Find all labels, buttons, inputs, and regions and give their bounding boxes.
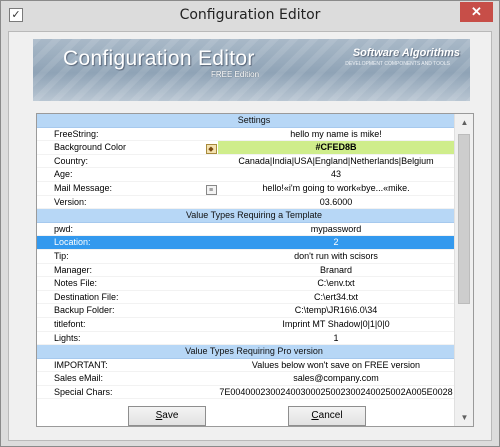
arrow-up-icon: ▲ xyxy=(460,118,469,127)
scroll-thumb[interactable] xyxy=(458,134,470,304)
property-row[interactable]: titlefont: Imprint MT Shadow|0|1|0|0 xyxy=(37,318,454,332)
property-value[interactable]: 03.6000 xyxy=(218,196,454,209)
section-header-label: Value Types Requiring Pro version xyxy=(185,346,323,357)
property-value[interactable]: 1 xyxy=(218,332,454,345)
section-header-label: Settings xyxy=(237,115,271,125)
dialog-content: Configuration Editor FREE Edition Softwa… xyxy=(8,31,492,441)
cancel-button[interactable]: Cancel xyxy=(288,406,366,426)
scroll-up-button[interactable]: ▲ xyxy=(455,114,473,131)
property-name: Tip: xyxy=(54,250,69,261)
property-name: Notes File: xyxy=(54,278,98,289)
property-row[interactable]: Special Chars: 7E004000230024003000250023… xyxy=(37,386,454,400)
property-value[interactable]: hello my name is mike! xyxy=(218,128,454,141)
property-value[interactable]: 7E00400023002400300025002300240025002A00… xyxy=(218,386,454,399)
property-value[interactable]: mypassword xyxy=(218,223,454,236)
section-header[interactable]: Value Types Requiring Pro version xyxy=(37,345,454,359)
configuration-editor-window: ✓ Configuration Editor ✕ Configuration E… xyxy=(0,0,500,447)
property-row[interactable]: IMPORTANT: Values below won't save on FRE… xyxy=(37,359,454,373)
property-row[interactable]: Location: 2 xyxy=(37,236,454,250)
property-row[interactable]: Tip: don't run with scisors xyxy=(37,250,454,264)
property-name: Sales eMail: xyxy=(54,373,104,384)
property-value[interactable]: 43 xyxy=(218,168,454,181)
property-row[interactable]: Age: 43 xyxy=(37,168,454,182)
property-value[interactable]: 2 xyxy=(218,236,454,249)
cancel-label: ancel xyxy=(318,410,343,421)
property-row[interactable]: Version: 03.6000 xyxy=(37,196,454,210)
palette-icon: ◆ xyxy=(205,144,217,154)
scroll-down-button[interactable]: ▼ xyxy=(455,409,473,426)
palette-icon-button[interactable]: ◆ xyxy=(204,142,218,154)
brand-tagline: DEVELOPMENT COMPONENTS AND TOOLS xyxy=(345,61,450,67)
window-title: Configuration Editor xyxy=(179,7,321,23)
property-value[interactable]: C:\temp\JR16\6.0\34 xyxy=(218,304,454,317)
property-value[interactable]: Branard xyxy=(218,264,454,277)
property-name: Special Chars: xyxy=(54,386,113,397)
property-name: Manager: xyxy=(54,264,93,275)
close-button[interactable]: ✕ xyxy=(460,2,493,22)
brand-logo: Software Algorithms xyxy=(352,47,460,59)
property-name: Location: xyxy=(54,237,91,248)
vertical-scrollbar[interactable]: ▲ ▼ xyxy=(454,114,473,426)
property-value[interactable]: hello!«i'm going to work«bye...«mike. xyxy=(218,182,454,195)
title-bar[interactable]: ✓ Configuration Editor ✕ xyxy=(1,1,499,31)
banner: Configuration Editor FREE Edition Softwa… xyxy=(33,39,470,101)
property-name: pwd: xyxy=(54,223,74,234)
section-header[interactable]: Value Types Requiring a Template xyxy=(37,209,454,223)
property-name: Destination File: xyxy=(54,291,119,302)
property-value[interactable]: #CFED8B xyxy=(218,141,454,154)
banner-title: Configuration Editor xyxy=(63,47,255,70)
property-row[interactable]: Notes File: C:\env.txt xyxy=(37,277,454,291)
property-value[interactable]: Imprint MT Shadow|0|1|0|0 xyxy=(218,318,454,331)
property-row[interactable]: Mail Message: ≡ hello!«i'm going to work«b… xyxy=(37,182,454,196)
property-value[interactable]: don't run with scisors xyxy=(218,250,454,263)
property-row[interactable]: Background Color ◆ #CFED8B xyxy=(37,141,454,155)
property-name: Lights: xyxy=(54,332,81,343)
property-value[interactable]: sales@company.com xyxy=(218,372,454,385)
section-header[interactable]: Settings xyxy=(37,114,454,128)
property-grid: Settings FreeString: hello my name is mike… xyxy=(36,113,474,427)
cancel-mnemonic: C xyxy=(311,410,319,421)
save-label: ave xyxy=(162,410,179,421)
property-grid-rows: Settings FreeString: hello my name is mike… xyxy=(37,114,454,400)
property-name: Country: xyxy=(54,155,89,166)
property-name: Background Color xyxy=(54,142,127,153)
property-value[interactable]: C:\env.txt xyxy=(218,277,454,290)
property-name: IMPORTANT: xyxy=(54,359,108,370)
property-name: FreeString: xyxy=(54,128,99,139)
property-name: Backup Folder: xyxy=(54,305,115,316)
property-row[interactable]: Destination File: C:\ert34.txt xyxy=(37,291,454,305)
property-row[interactable]: Country: Canada|India|USA|England|Netherl… xyxy=(37,155,454,169)
property-row[interactable]: Backup Folder: C:\temp\JR16\6.0\34 xyxy=(37,304,454,318)
property-row[interactable]: Lights: 1 xyxy=(37,332,454,346)
property-name: Age: xyxy=(54,169,73,180)
property-value[interactable]: Values below won't save on FREE version xyxy=(218,359,454,372)
property-value[interactable]: Canada|India|USA|England|Netherlands|Bel… xyxy=(218,155,454,168)
banner-edition: FREE Edition xyxy=(211,70,260,79)
property-row[interactable]: Manager: Branard xyxy=(37,264,454,278)
arrow-down-icon: ▼ xyxy=(460,413,469,422)
close-icon: ✕ xyxy=(471,4,482,19)
note-icon: ≡ xyxy=(205,184,217,195)
property-row[interactable]: pwd: mypassword xyxy=(37,223,454,237)
property-name: Version: xyxy=(54,196,87,207)
section-header-label: Value Types Requiring a Template xyxy=(185,210,323,221)
note-icon-button[interactable]: ≡ xyxy=(204,183,218,195)
save-button[interactable]: Save xyxy=(128,406,206,426)
property-value[interactable]: C:\ert34.txt xyxy=(218,291,454,304)
property-row[interactable]: Sales eMail: sales@company.com xyxy=(37,372,454,386)
property-row[interactable]: FreeString: hello my name is mike! xyxy=(37,128,454,142)
property-name: Mail Message: xyxy=(54,182,113,193)
property-name: titlefont: xyxy=(54,318,86,329)
